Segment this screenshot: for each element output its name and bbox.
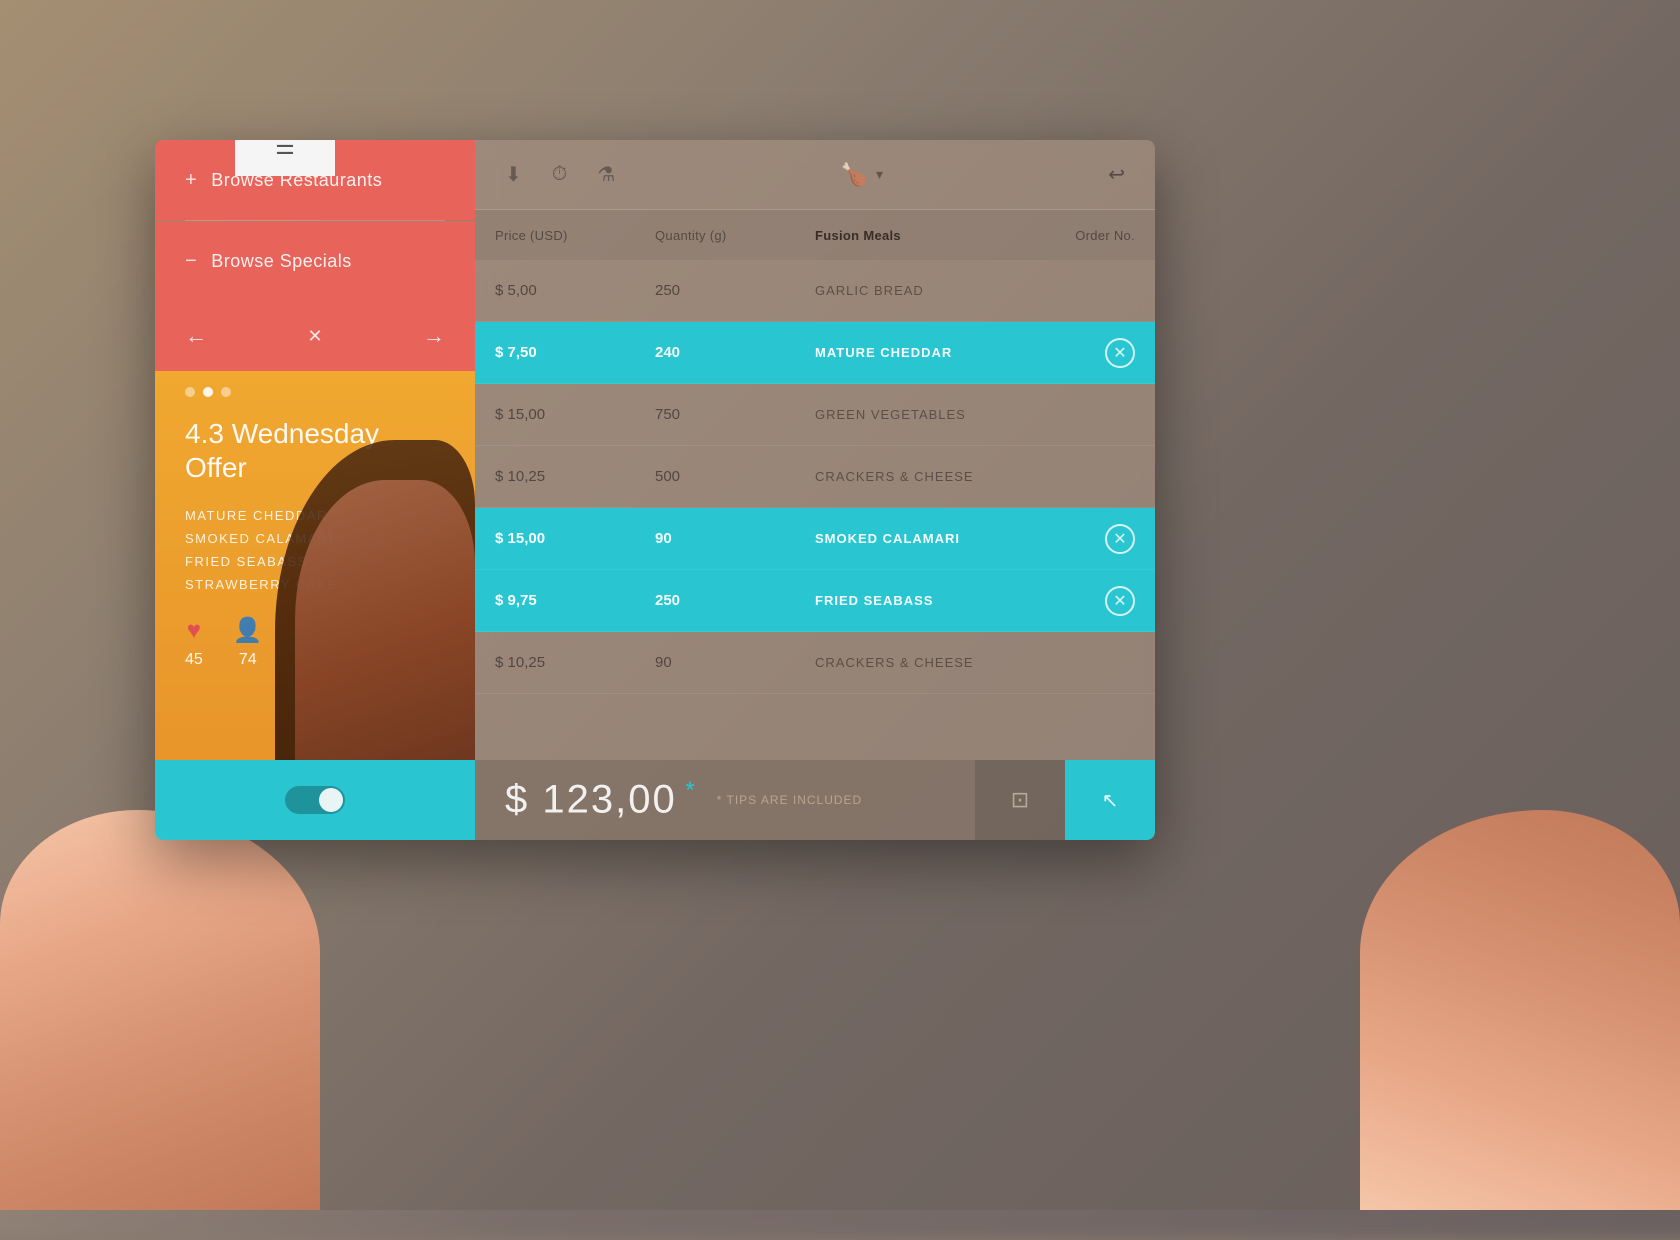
browse-specials-button[interactable]: − Browse Specials [155, 221, 475, 301]
menu-row-2[interactable]: $ 7,50 240 MATURE CHEDDAR ✕ [475, 322, 1155, 384]
icons-row: ⬇ ⏱ ⚗ 🍗 ▾ ↩ [475, 140, 1155, 210]
offer-image [295, 480, 475, 760]
qty-header: Quantity (g) [655, 228, 815, 243]
price-5: $ 15,00 [495, 530, 655, 547]
tips-label: * TIPS ARE INCLUDED [717, 793, 862, 807]
name-header: Fusion Meals [815, 228, 1015, 243]
item-name-1: GARLIC BREAD [815, 283, 1135, 298]
hand-left [0, 810, 320, 1210]
plus-icon: + [185, 169, 197, 192]
flask-icon[interactable]: ⚗ [597, 162, 615, 187]
menu-row-4[interactable]: $ 10,25 500 CRACKERS & CHEESE [475, 446, 1155, 508]
item-name-7: CRACKERS & CHEESE [815, 655, 1135, 670]
food-icon: 🍗 [841, 162, 868, 188]
item-name-5: SMOKED CALAMARI [815, 531, 1105, 546]
menu-rows: $ 5,00 250 GARLIC BREAD $ 7,50 240 MATUR… [475, 260, 1155, 760]
bottom-row: $ 123,00 * * TIPS ARE INCLUDED ⊡ ↖ [475, 760, 1155, 840]
price-4: $ 10,25 [495, 468, 655, 485]
clock-icon[interactable]: ⏱ [552, 163, 568, 186]
menu-row-7[interactable]: $ 10,25 90 CRACKERS & CHEESE [475, 632, 1155, 694]
bottom-left-panel [155, 760, 475, 840]
dots-indicator [155, 371, 475, 407]
total-amount: $ 123,00 * [505, 777, 697, 822]
logo-tab: ☰ [235, 140, 335, 176]
qty-5: 90 [655, 530, 815, 547]
price-2: $ 7,50 [495, 344, 655, 361]
logo-icon: ☰ [275, 140, 295, 160]
order-header: Order No. [1015, 228, 1135, 243]
navigate-button[interactable]: ↖ [1065, 760, 1155, 840]
toggle-thumb [319, 788, 343, 812]
dot-3 [221, 387, 231, 397]
item-name-6: FRIED SEABASS [815, 593, 1105, 608]
item-name-2: MATURE CHEDDAR [815, 345, 1105, 360]
diners-stat: 👤 74 [233, 616, 263, 669]
heart-icon: ♥ [187, 617, 201, 645]
checkout-icon: ⊡ [1011, 787, 1029, 813]
left-panel: + Browse Restaurants − Browse Specials ←… [155, 140, 475, 840]
offer-card: 4.3 Wednesday Offer MATURE CHEDDAR SMOKE… [155, 371, 475, 760]
qty-1: 250 [655, 282, 815, 299]
tablet-body: + Browse Restaurants − Browse Specials ←… [155, 140, 1155, 840]
price-3: $ 15,00 [495, 406, 655, 423]
tips-asterisk: * [677, 777, 697, 804]
arrow-right-button[interactable]: → [423, 323, 445, 349]
navigate-icon: ↖ [1102, 788, 1119, 813]
browse-specials-label: Browse Specials [211, 251, 352, 272]
remove-button-6[interactable]: ✕ [1105, 586, 1135, 616]
food-dropdown[interactable]: 🍗 ▾ [841, 162, 883, 188]
column-headers: Price (USD) Quantity (g) Fusion Meals Or… [475, 210, 1155, 260]
minus-icon: − [185, 251, 197, 271]
likes-count: 45 [185, 651, 203, 669]
close-button[interactable]: ✕ [307, 326, 322, 347]
right-panel: ⬇ ⏱ ⚗ 🍗 ▾ ↩ Price (USD) Quantity (g) Fus… [475, 140, 1155, 840]
qty-3: 750 [655, 406, 815, 423]
menu-row-1[interactable]: $ 5,00 250 GARLIC BREAD [475, 260, 1155, 322]
checkout-button[interactable]: ⊡ [975, 760, 1065, 840]
price-7: $ 10,25 [495, 654, 655, 671]
price-header: Price (USD) [495, 228, 655, 243]
qty-6: 250 [655, 592, 815, 609]
total-value: $ 123,00 [505, 778, 677, 822]
qty-7: 90 [655, 654, 815, 671]
arrow-left-button[interactable]: ← [185, 323, 207, 349]
tablet-container: ☰ + Browse Restaurants − Browse Specials… [155, 140, 1155, 840]
menu-row-5[interactable]: $ 15,00 90 SMOKED CALAMARI ✕ [475, 508, 1155, 570]
dot-1 [185, 387, 195, 397]
download-icon[interactable]: ⬇ [505, 162, 522, 187]
price-1: $ 5,00 [495, 282, 655, 299]
total-section: $ 123,00 * * TIPS ARE INCLUDED [475, 760, 975, 840]
nav-arrows: ← ✕ → [155, 301, 475, 371]
item-name-4: CRACKERS & CHEESE [815, 469, 1135, 484]
menu-row-6[interactable]: $ 9,75 250 FRIED SEABASS ✕ [475, 570, 1155, 632]
toggle-switch[interactable] [285, 786, 345, 814]
remove-button-2[interactable]: ✕ [1105, 338, 1135, 368]
back-button[interactable]: ↩ [1108, 162, 1125, 187]
remove-button-5[interactable]: ✕ [1105, 524, 1135, 554]
person-icon: 👤 [233, 616, 263, 645]
dot-2 [203, 387, 213, 397]
chevron-down-icon: ▾ [876, 166, 883, 183]
menu-row-3[interactable]: $ 15,00 750 GREEN VEGETABLES [475, 384, 1155, 446]
qty-2: 240 [655, 344, 815, 361]
hand-right [1360, 810, 1680, 1210]
item-name-3: GREEN VEGETABLES [815, 407, 1135, 422]
diners-count: 74 [239, 651, 257, 669]
price-6: $ 9,75 [495, 592, 655, 609]
qty-4: 500 [655, 468, 815, 485]
likes-stat: ♥ 45 [185, 617, 203, 669]
